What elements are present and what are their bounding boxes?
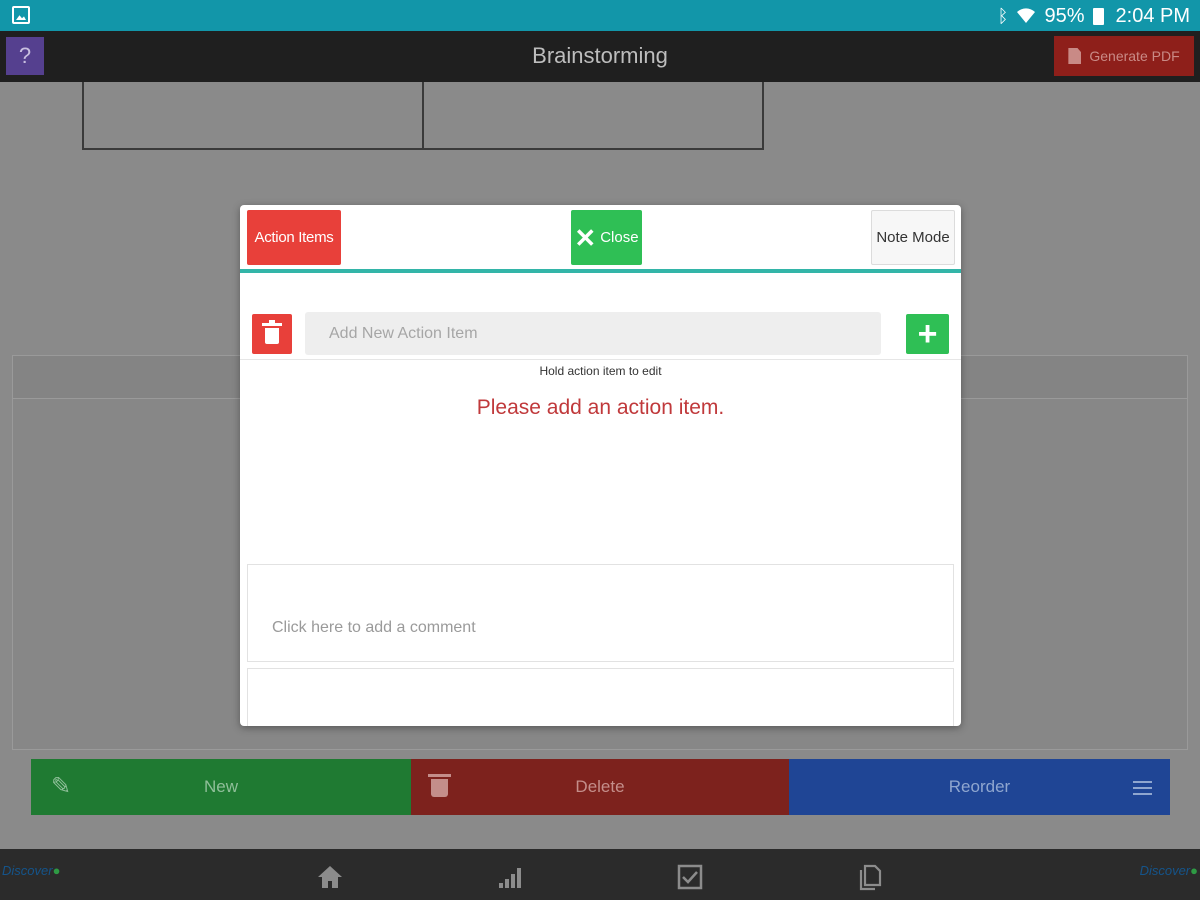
comment-placeholder: Click here to add a comment [272,619,476,636]
home-icon[interactable] [316,863,344,891]
brand-logo-left: Discover● [2,863,61,878]
add-action-item-button[interactable]: + [906,314,949,354]
stats-icon[interactable] [496,863,524,891]
edit-hint: Hold action item to edit [539,364,662,378]
delete-action-item-button[interactable] [252,314,292,354]
background-cell [84,82,424,148]
add-action-item-input[interactable] [305,312,881,355]
battery-icon [1092,7,1104,25]
status-bar: ᛒ 95% 2:04 PM [0,0,1200,31]
pencil-icon: ✎ [51,773,72,800]
close-label: Close [600,229,639,246]
clock: 2:04 PM [1115,4,1190,27]
divider [240,359,961,360]
reorder-button[interactable]: Reorder [789,759,1170,815]
note-mode-button[interactable]: Note Mode [871,210,955,265]
bottom-nav: Discover● Discover● [0,849,1200,900]
battery-percent: 95% [1044,4,1085,27]
wifi-icon [1016,6,1036,27]
trash-icon [262,320,282,326]
trash-icon [428,774,451,797]
new-label: New [203,777,238,796]
new-button[interactable]: ✎ New [31,759,411,815]
trash-icon-body [265,328,279,344]
bluetooth-icon: ᛒ [997,6,1009,26]
comment-area-lower[interactable] [247,668,954,726]
checklist-icon[interactable] [676,863,704,891]
reorder-label: Reorder [948,777,1011,796]
empty-state-message: Please add an action item. [476,396,725,419]
background-grid [82,82,764,150]
status-bar-right: ᛒ 95% 2:04 PM [998,4,1190,28]
generate-pdf-button[interactable]: Generate PDF [1054,36,1194,76]
action-items-modal: Action Items ✕ Close Note Mode + Hold ac… [240,205,961,726]
action-items-tab[interactable]: Action Items [247,210,341,265]
delete-label: Delete [575,777,625,796]
documents-icon[interactable] [856,863,884,891]
bottom-action-bar: ✎ New Delete Reorder [31,759,1170,815]
app-bar: ? Brainstorming Generate PDF [0,31,1200,82]
gallery-icon [12,6,30,24]
plus-icon: + [917,315,938,353]
hamburger-icon [1133,781,1152,795]
page-title: Brainstorming [532,43,668,68]
generate-pdf-label: Generate PDF [1089,48,1180,64]
background-cell [424,82,762,148]
delete-button[interactable]: Delete [411,759,789,815]
document-icon [1068,48,1082,64]
close-button[interactable]: ✕ Close [571,210,642,265]
comment-field[interactable]: Click here to add a comment [247,564,954,662]
modal-header: Action Items ✕ Close Note Mode [240,205,961,273]
close-icon: ✕ [574,222,597,253]
brand-logo-right: Discover● [1139,863,1198,878]
